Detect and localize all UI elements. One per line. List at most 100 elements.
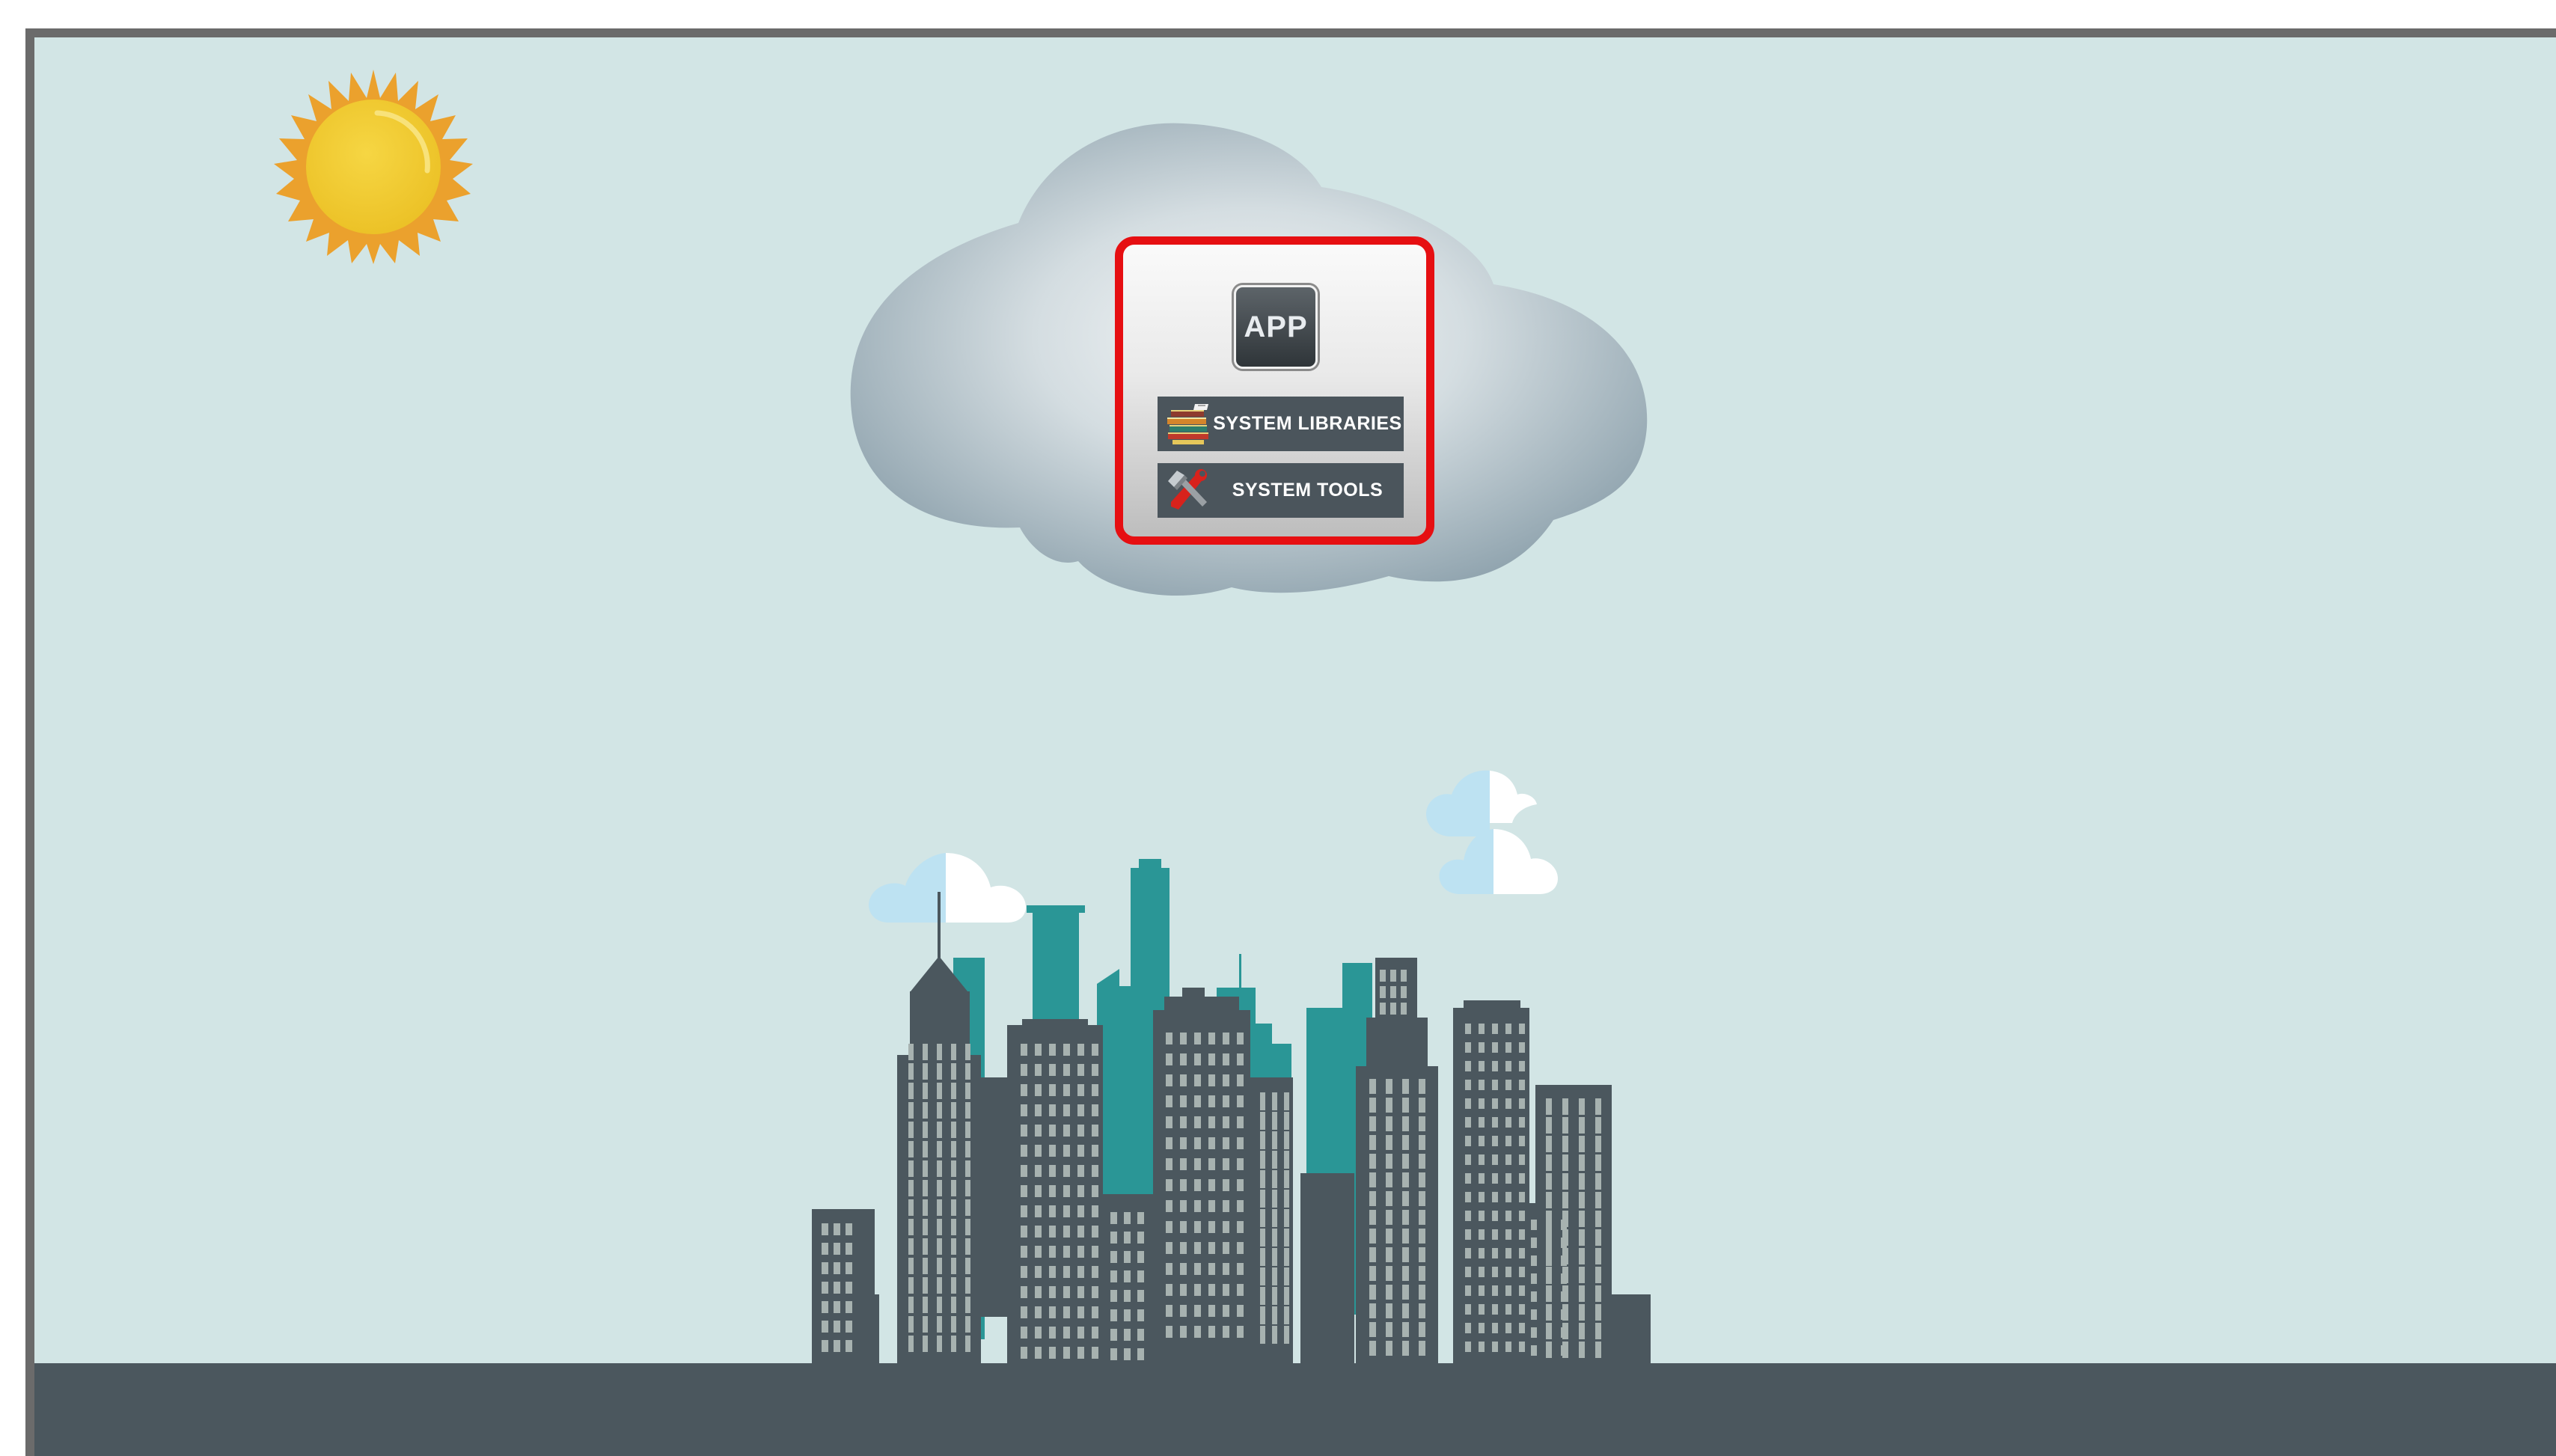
window — [1419, 1172, 1425, 1187]
window — [923, 1336, 928, 1352]
window — [1492, 1248, 1498, 1258]
window — [1386, 1135, 1392, 1150]
window — [1077, 1145, 1084, 1157]
window — [1562, 1098, 1568, 1115]
window — [846, 1262, 852, 1274]
window — [1390, 986, 1396, 998]
window — [1260, 1092, 1265, 1110]
window — [1092, 1104, 1098, 1116]
window — [923, 1044, 928, 1060]
window — [923, 1258, 928, 1274]
window — [1519, 1173, 1525, 1184]
window — [1465, 1267, 1471, 1277]
window — [1035, 1084, 1042, 1096]
window — [1110, 1348, 1117, 1360]
window — [1531, 1309, 1537, 1320]
window — [1401, 1003, 1407, 1015]
window — [1519, 1080, 1525, 1090]
window — [1505, 1024, 1511, 1034]
window — [1546, 1192, 1552, 1208]
window — [1021, 1104, 1027, 1116]
window — [1223, 1074, 1229, 1086]
window — [1208, 1326, 1215, 1338]
window — [1386, 1229, 1392, 1244]
window — [1137, 1270, 1144, 1282]
window — [1021, 1286, 1027, 1298]
window — [1180, 1305, 1187, 1317]
window — [965, 1063, 970, 1080]
window — [1465, 1285, 1471, 1296]
window — [1465, 1098, 1471, 1109]
window — [1272, 1209, 1277, 1227]
window — [1479, 1323, 1485, 1333]
window — [965, 1199, 970, 1216]
window — [923, 1199, 928, 1216]
system-libraries-row[interactable]: SYSTEM LIBRARIES — [1158, 397, 1404, 451]
window — [1402, 1098, 1409, 1113]
window — [965, 1180, 970, 1196]
window — [1465, 1323, 1471, 1333]
app-tile[interactable]: APP — [1234, 285, 1318, 369]
window — [1386, 1266, 1392, 1281]
window — [1579, 1211, 1585, 1227]
window — [908, 1141, 914, 1157]
system-tools-row[interactable]: SYSTEM TOOLS — [1158, 463, 1404, 518]
window — [923, 1297, 928, 1313]
window — [908, 1122, 914, 1138]
window — [1519, 1192, 1525, 1202]
window — [1194, 1095, 1201, 1107]
window — [1063, 1125, 1070, 1137]
window — [1492, 1154, 1498, 1165]
window — [1546, 1136, 1552, 1152]
window — [1166, 1095, 1172, 1107]
window — [1546, 1173, 1552, 1190]
window — [1465, 1080, 1471, 1090]
window — [822, 1282, 828, 1294]
window — [1180, 1200, 1187, 1212]
window — [1531, 1327, 1537, 1338]
window — [1092, 1286, 1098, 1298]
window — [1092, 1185, 1098, 1197]
window — [1402, 1079, 1409, 1094]
window — [1505, 1229, 1511, 1240]
window — [1419, 1210, 1425, 1225]
window — [908, 1219, 914, 1235]
window — [1166, 1116, 1172, 1128]
window — [1492, 1211, 1498, 1221]
window — [1208, 1074, 1215, 1086]
window — [937, 1122, 942, 1138]
window — [1260, 1190, 1265, 1208]
window — [908, 1063, 914, 1080]
window — [1035, 1306, 1042, 1318]
window — [1546, 1117, 1552, 1134]
window — [846, 1301, 852, 1313]
window — [1194, 1305, 1201, 1317]
window — [1465, 1342, 1471, 1352]
window — [951, 1044, 956, 1060]
window — [1479, 1211, 1485, 1221]
window — [1063, 1044, 1070, 1056]
window — [1465, 1173, 1471, 1184]
window — [1077, 1044, 1084, 1056]
window — [1021, 1145, 1027, 1157]
window — [1505, 1285, 1511, 1296]
window — [923, 1219, 928, 1235]
window — [965, 1316, 970, 1333]
window — [1021, 1125, 1027, 1137]
window — [1049, 1064, 1056, 1076]
window — [1386, 1210, 1392, 1225]
window — [1049, 1327, 1056, 1339]
window — [1237, 1305, 1244, 1317]
window — [1402, 1229, 1409, 1244]
window — [923, 1180, 928, 1196]
window — [1166, 1074, 1172, 1086]
window — [1579, 1267, 1585, 1283]
window — [1260, 1170, 1265, 1188]
window — [1505, 1117, 1511, 1128]
window — [1063, 1347, 1070, 1359]
window — [1049, 1145, 1056, 1157]
window — [923, 1102, 928, 1119]
window — [1035, 1145, 1042, 1157]
window — [1505, 1061, 1511, 1071]
window — [923, 1316, 928, 1333]
